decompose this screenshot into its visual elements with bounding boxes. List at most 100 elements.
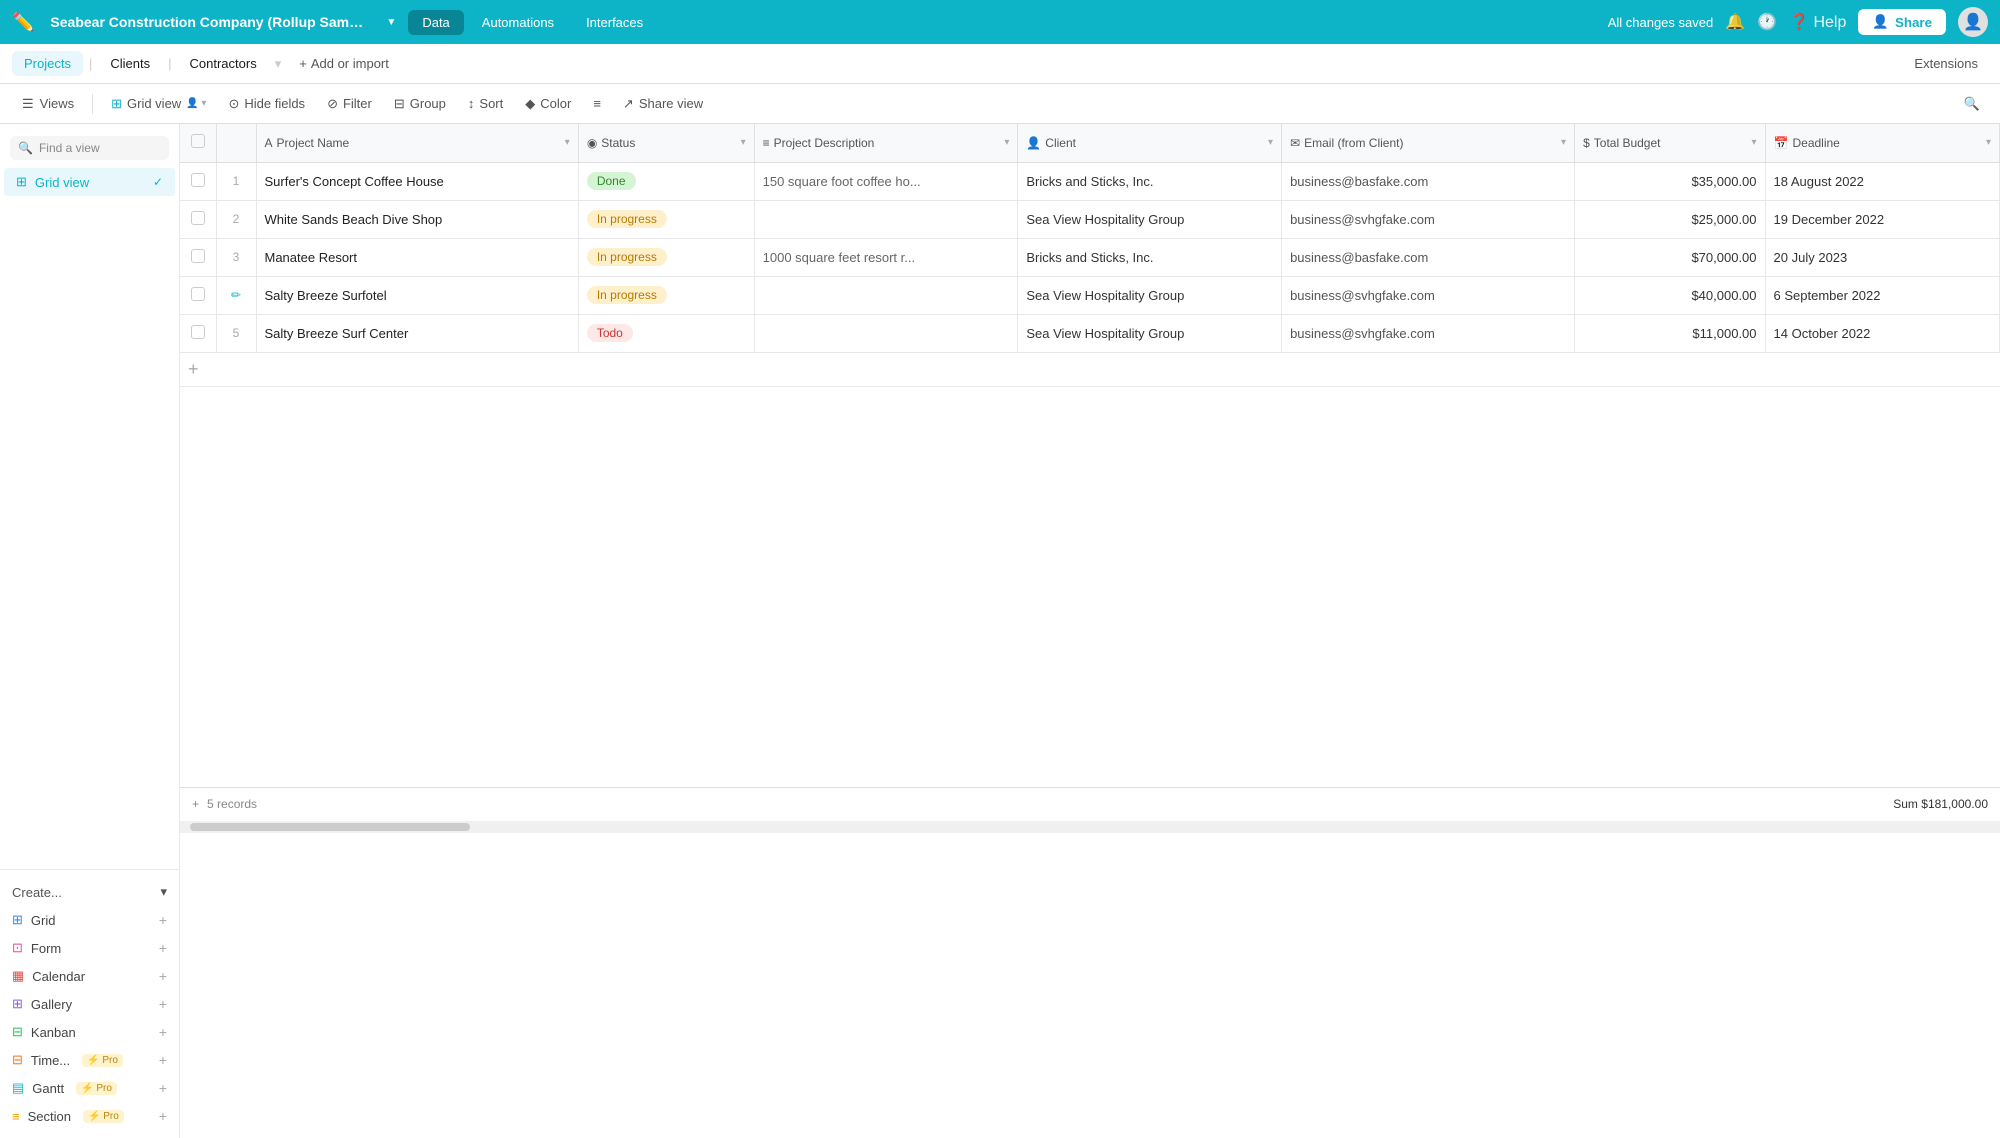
row-checkbox[interactable] — [191, 249, 205, 263]
table-row[interactable]: ✏ Salty Breeze Surfotel In progress Sea … — [180, 276, 2000, 314]
row-checkbox[interactable] — [191, 325, 205, 339]
row-client[interactable]: Sea View Hospitality Group — [1018, 200, 1282, 238]
header-client[interactable]: 👤 Client ▾ — [1018, 124, 1282, 162]
row-email[interactable]: business@svhgfake.com — [1282, 314, 1575, 352]
row-description[interactable] — [754, 314, 1018, 352]
row-email[interactable]: business@basfake.com — [1282, 238, 1575, 276]
gallery-plus-icon[interactable]: + — [159, 996, 167, 1012]
grid-view-button[interactable]: ⊞ Grid view 👤 ▾ — [101, 92, 216, 116]
sort-button[interactable]: ↕ Sort — [458, 92, 513, 115]
plus-footer-icon[interactable]: + — [192, 797, 199, 811]
horizontal-scrollbar[interactable] — [180, 821, 2000, 833]
kanban-plus-icon[interactable]: + — [159, 1024, 167, 1040]
avatar[interactable]: 👤 — [1958, 7, 1988, 37]
find-view-search[interactable]: 🔍 Find a view — [10, 136, 169, 160]
select-all-checkbox[interactable] — [191, 134, 205, 148]
tab-projects[interactable]: Projects — [12, 51, 83, 76]
group-button[interactable]: ⊟ Group — [384, 92, 456, 116]
grid-plus-icon[interactable]: + — [159, 912, 167, 928]
row-project-name[interactable]: White Sands Beach Dive Shop — [256, 200, 578, 238]
notifications-icon[interactable]: 🔔 — [1725, 12, 1745, 32]
row-project-name[interactable]: Surfer's Concept Coffee House — [256, 162, 578, 200]
create-section-toggle[interactable]: Create... ▾ — [0, 878, 179, 906]
row-description[interactable]: 150 square foot coffee ho... — [754, 162, 1018, 200]
row-deadline[interactable]: 6 September 2022 — [1765, 276, 1999, 314]
sidebar-create-kanban[interactable]: ⊟ Kanban + — [0, 1018, 179, 1046]
tab-clients[interactable]: Clients — [98, 51, 162, 76]
header-budget[interactable]: $ Total Budget ▾ — [1575, 124, 1765, 162]
table-row[interactable]: 3 Manatee Resort In progress 1000 square… — [180, 238, 2000, 276]
form-plus-icon[interactable]: + — [159, 940, 167, 956]
row-email[interactable]: business@basfake.com — [1282, 162, 1575, 200]
search-button[interactable]: 🔍 — [1956, 92, 1988, 116]
density-button[interactable]: ≡ — [583, 92, 611, 115]
history-icon[interactable]: 🕐 — [1757, 12, 1777, 32]
row-project-name[interactable]: Salty Breeze Surf Center — [256, 314, 578, 352]
header-deadline[interactable]: 📅 Deadline ▾ — [1765, 124, 1999, 162]
extensions-button[interactable]: Extensions — [1904, 52, 1988, 75]
header-status[interactable]: ◉ Status ▾ — [578, 124, 754, 162]
header-email[interactable]: ✉ Email (from Client) ▾ — [1282, 124, 1575, 162]
sidebar-create-timeline[interactable]: ⊟ Time... ⚡ Pro + — [0, 1046, 179, 1074]
row-status[interactable]: Done — [578, 162, 754, 200]
table-row[interactable]: 2 White Sands Beach Dive Shop In progres… — [180, 200, 2000, 238]
color-button[interactable]: ◆ Color — [515, 92, 581, 116]
tab-interfaces[interactable]: Interfaces — [572, 10, 657, 35]
row-description[interactable]: 1000 square feet resort r... — [754, 238, 1018, 276]
share-view-button[interactable]: ↗ Share view — [613, 92, 713, 116]
share-button[interactable]: 👤 Share — [1858, 9, 1946, 35]
help-icon[interactable]: ❓ Help — [1789, 12, 1846, 32]
scrollbar-thumb[interactable] — [190, 823, 470, 831]
header-project-name[interactable]: A Project Name ▾ — [256, 124, 578, 162]
row-deadline[interactable]: 18 August 2022 — [1765, 162, 1999, 200]
sidebar-create-section[interactable]: ≡ Section ⚡ Pro + — [0, 1102, 179, 1130]
row-email[interactable]: business@svhgfake.com — [1282, 276, 1575, 314]
row-budget[interactable]: $25,000.00 — [1575, 200, 1765, 238]
row-project-name[interactable]: Salty Breeze Surfotel — [256, 276, 578, 314]
gantt-plus-icon[interactable]: + — [159, 1080, 167, 1096]
sidebar-create-gantt[interactable]: ▤ Gantt ⚡ Pro + — [0, 1074, 179, 1102]
sidebar-item-grid-view[interactable]: ⊞ Grid view ✓ — [4, 168, 175, 196]
row-deadline[interactable]: 20 July 2023 — [1765, 238, 1999, 276]
row-budget[interactable]: $35,000.00 — [1575, 162, 1765, 200]
row-checkbox[interactable] — [191, 211, 205, 225]
section-plus-icon[interactable]: + — [159, 1108, 167, 1124]
row-project-name[interactable]: Manatee Resort — [256, 238, 578, 276]
hide-fields-button[interactable]: ⊙ Hide fields — [218, 92, 315, 116]
calendar-plus-icon[interactable]: + — [159, 968, 167, 984]
row-checkbox[interactable] — [191, 287, 205, 301]
sidebar-create-calendar[interactable]: ▦ Calendar + — [0, 962, 179, 990]
title-dropdown-arrow[interactable]: ▼ — [386, 17, 396, 28]
sidebar-create-grid[interactable]: ⊞ Grid + — [0, 906, 179, 934]
row-status[interactable]: In progress — [578, 276, 754, 314]
table-row[interactable]: 1 Surfer's Concept Coffee House Done 150… — [180, 162, 2000, 200]
row-client[interactable]: Sea View Hospitality Group — [1018, 276, 1282, 314]
row-client[interactable]: Bricks and Sticks, Inc. — [1018, 238, 1282, 276]
row-status[interactable]: In progress — [578, 238, 754, 276]
filter-button[interactable]: ⊘ Filter — [317, 92, 382, 116]
row-checkbox[interactable] — [191, 173, 205, 187]
views-button[interactable]: ☰ Views — [12, 92, 84, 116]
sidebar-create-gallery[interactable]: ⊞ Gallery + — [0, 990, 179, 1018]
tab-automations[interactable]: Automations — [468, 10, 568, 35]
row-status[interactable]: Todo — [578, 314, 754, 352]
row-deadline[interactable]: 19 December 2022 — [1765, 200, 1999, 238]
row-client[interactable]: Bricks and Sticks, Inc. — [1018, 162, 1282, 200]
add-or-import-button[interactable]: + Add or import — [291, 52, 397, 75]
row-email[interactable]: business@svhgfake.com — [1282, 200, 1575, 238]
row-status[interactable]: In progress — [578, 200, 754, 238]
sidebar-create-form[interactable]: ⊡ Form + — [0, 934, 179, 962]
row-description[interactable] — [754, 276, 1018, 314]
add-row-button[interactable]: + — [180, 353, 2000, 387]
row-description[interactable] — [754, 200, 1018, 238]
row-budget[interactable]: $40,000.00 — [1575, 276, 1765, 314]
table-row[interactable]: 5 Salty Breeze Surf Center Todo Sea View… — [180, 314, 2000, 352]
tab-contractors[interactable]: Contractors — [178, 51, 269, 76]
header-description[interactable]: ≡ Project Description ▾ — [754, 124, 1018, 162]
row-budget[interactable]: $11,000.00 — [1575, 314, 1765, 352]
timeline-plus-icon[interactable]: + — [159, 1052, 167, 1068]
tab-data[interactable]: Data — [408, 10, 463, 35]
row-deadline[interactable]: 14 October 2022 — [1765, 314, 1999, 352]
row-client[interactable]: Sea View Hospitality Group — [1018, 314, 1282, 352]
row-budget[interactable]: $70,000.00 — [1575, 238, 1765, 276]
